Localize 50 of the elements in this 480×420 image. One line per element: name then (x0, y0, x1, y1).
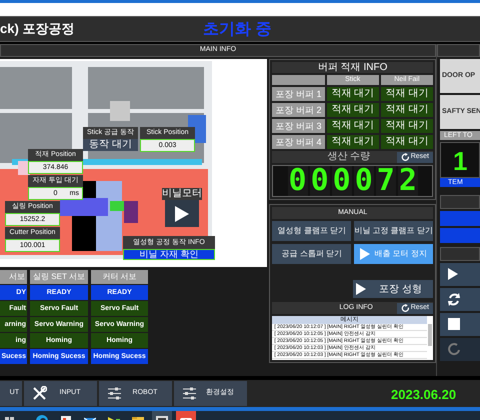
table-cell: 적재 대기 (326, 103, 379, 117)
motor-label: 비닐모터 (162, 188, 202, 200)
play-icon (174, 204, 190, 222)
side-icon-button[interactable] (440, 263, 480, 286)
status-field: 동작 대기 (83, 139, 138, 151)
side-icon-button[interactable] (440, 288, 480, 311)
tools-icon (32, 386, 47, 401)
column-header (272, 75, 325, 85)
row-label: 포장 버퍼 1 (272, 87, 325, 101)
status-field: 비닐 자재 확인 (123, 249, 215, 260)
production-label: 생산 수량 (327, 151, 370, 163)
table-cell: 적재 대기 (380, 135, 433, 149)
manual-button[interactable]: 비닐 고정 클램프 닫기 (354, 221, 433, 241)
table-cell: 적재 대기 (326, 119, 379, 133)
row-label: 포장 버퍼 4 (272, 135, 325, 149)
refresh-icon (400, 153, 409, 161)
section-header (440, 247, 480, 261)
sliders-icon (182, 386, 197, 401)
section-header (440, 195, 480, 209)
scrollbar (428, 324, 432, 346)
row-label: 포장 버퍼 2 (272, 103, 325, 117)
column-header: 서보 (0, 270, 27, 284)
date-text: 2023.06.20 (391, 386, 456, 404)
row-label: 포장 버퍼 3 (272, 119, 325, 133)
table-cell: 적재 대기 (380, 87, 433, 101)
refresh-icon (400, 304, 409, 312)
play-icon (356, 283, 366, 295)
section-header: 버퍼 적재 INFO (272, 62, 433, 73)
manual-button[interactable]: 열성형 클램프 닫기 (272, 221, 352, 241)
indicator-bar (440, 211, 480, 226)
table-cell: 적재 대기 (380, 103, 433, 117)
status-text: 초기화 중 (203, 20, 272, 40)
counter-display: 1 (440, 142, 480, 178)
manual-button[interactable]: 공급 스톱퍼 닫기 (272, 244, 352, 264)
spinner-icon (448, 343, 461, 356)
play-button[interactable] (165, 200, 199, 227)
column-header: 커터 서보 (91, 270, 148, 284)
table-cell: 적재 대기 (326, 135, 379, 149)
column-header: 실링 SET 서보 (30, 270, 88, 284)
side-icon-button[interactable] (440, 313, 480, 336)
stop-icon (448, 318, 461, 331)
indicator-bar (440, 228, 480, 243)
table-cell: 적재 대기 (380, 119, 433, 133)
play-icon (360, 248, 370, 260)
sliders-icon (107, 386, 122, 401)
table-cell: 적재 대기 (326, 87, 379, 101)
refresh-icon (448, 293, 461, 306)
section-header (437, 44, 480, 57)
window-title: ck) 포장공정 (0, 20, 74, 38)
form-button[interactable]: 포장 성형 (353, 280, 433, 298)
